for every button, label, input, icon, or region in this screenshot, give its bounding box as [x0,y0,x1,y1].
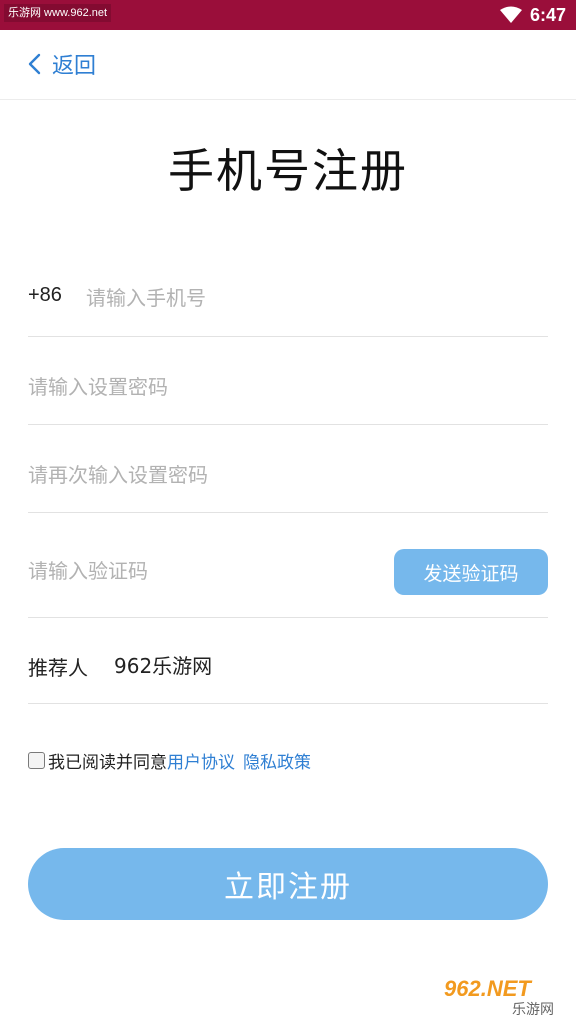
phone-input[interactable] [86,282,526,314]
password-input[interactable] [28,371,528,403]
watermark-logo-text: 962.NET [444,976,532,1001]
confirm-password-input[interactable] [28,459,528,491]
agreement-text: 我已阅读并同意 [48,752,167,773]
back-button[interactable]: 返回 [24,46,96,82]
referrer-field-row: 推荐人 [28,618,548,704]
phone-field-row: +86 [28,264,548,337]
confirm-password-field-row [28,425,548,513]
status-time: 6:47 [529,5,566,25]
page-title: 手机号注册 [168,144,408,198]
chevron-left-icon [28,53,41,75]
country-code: +86 [28,284,62,306]
status-bar: 乐游网 www.962.net 6:47 [0,0,576,30]
watermark-logo: 962.NET 乐游网 [438,972,572,1020]
verification-code-input[interactable] [28,555,368,587]
back-label: 返回 [52,54,97,79]
status-watermark: 乐游网 www.962.net [4,4,112,22]
register-button[interactable]: 立即注册 [28,848,548,920]
agreement-row: 我已阅读并同意 用户协议 隐私政策 [28,746,311,774]
agreement-checkbox[interactable] [28,751,45,769]
wifi-icon [500,6,522,23]
privacy-policy-link[interactable]: 隐私政策 [243,748,311,773]
referrer-label: 推荐人 [28,656,88,680]
verification-code-field-row: 发送验证码 [28,513,548,618]
header: 返回 [0,30,576,100]
user-agreement-link[interactable]: 用户协议 [167,748,235,773]
watermark-logo-subtext: 乐游网 [512,1002,554,1018]
referrer-input[interactable] [114,648,514,680]
password-field-row [28,337,548,425]
send-code-button[interactable]: 发送验证码 [394,549,548,595]
